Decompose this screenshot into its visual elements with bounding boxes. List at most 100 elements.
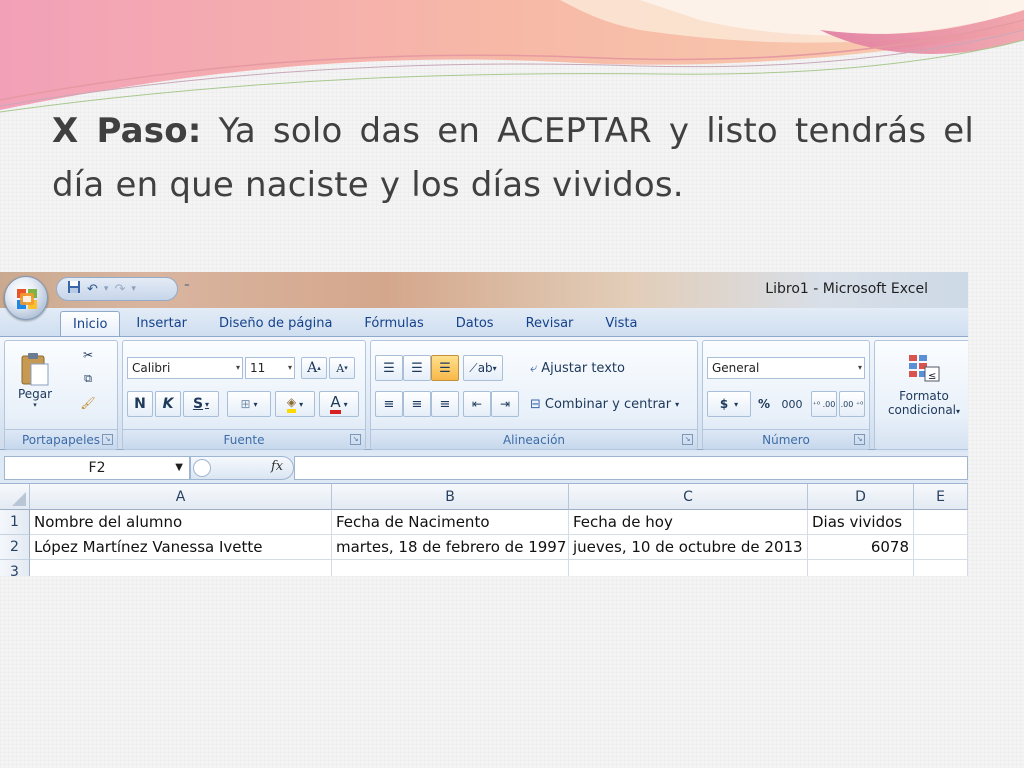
font-launcher-icon[interactable]: ↘ — [350, 434, 361, 445]
bold-label: N — [134, 396, 146, 412]
fill-color-button[interactable]: ◈ ▾ — [275, 391, 315, 417]
undo-dropdown-icon[interactable]: ▾ — [104, 284, 109, 294]
cell-a3[interactable] — [30, 560, 332, 576]
cell-a2[interactable]: López Martínez Vanessa Ivette — [30, 535, 332, 560]
formula-input[interactable] — [294, 456, 968, 480]
tab-inicio[interactable]: Inicio — [60, 311, 121, 336]
group-font: Calibri ▾ 11 ▾ A ▴ A ▾ N K S ▾ ⊞ ▾ ◈ ▾ A ▾ Fue… — [122, 340, 366, 450]
group-styles: ≤ Formato condicional▾ — [874, 340, 968, 450]
align-center-button[interactable]: ≡ — [403, 391, 431, 417]
cell-d1[interactable]: Dias vividos — [808, 510, 914, 535]
cell-b1[interactable]: Fecha de Nacimento — [332, 510, 569, 535]
tab-insertar[interactable]: Insertar — [120, 311, 203, 336]
number-launcher-icon[interactable]: ↘ — [854, 434, 865, 445]
redo-icon[interactable]: ↷ — [114, 282, 125, 297]
svg-text:≤: ≤ — [928, 371, 936, 382]
conditional-format-label-1: Formato — [899, 389, 949, 403]
cell-d3[interactable] — [808, 560, 914, 576]
wrap-text-button[interactable]: ⤶ Ajustar texto — [529, 355, 649, 381]
font-color-button[interactable]: A ▾ — [319, 391, 359, 417]
increase-indent-icon: ⇥ — [499, 397, 511, 411]
conditional-format-button[interactable]: ≤ Formato condicional▾ — [879, 345, 968, 425]
cell-c1[interactable]: Fecha de hoy — [569, 510, 808, 535]
column-header-e[interactable]: E — [914, 484, 968, 510]
column-header-d[interactable]: D — [808, 484, 914, 510]
font-name-combo[interactable]: Calibri ▾ — [127, 357, 243, 379]
cell-b2[interactable]: martes, 18 de febrero de 1997 — [332, 535, 569, 560]
align-center-icon: ≡ — [411, 396, 423, 412]
row-header-3[interactable]: 3 — [0, 560, 30, 576]
fill-bucket-icon: ◈ — [286, 395, 297, 413]
number-format-combo[interactable]: General ▾ — [707, 357, 865, 379]
alignment-launcher-icon[interactable]: ↘ — [682, 434, 693, 445]
bold-button[interactable]: N — [127, 391, 153, 417]
currency-button[interactable]: $ ▾ — [707, 391, 751, 417]
orientation-icon: ⟋ab — [469, 360, 493, 375]
paste-label: Pegar — [17, 387, 53, 401]
italic-button[interactable]: K — [155, 391, 181, 417]
align-top-icon: ☰ — [383, 360, 395, 376]
undo-icon[interactable]: ↶ — [87, 282, 98, 297]
increase-indent-button[interactable]: ⇥ — [491, 391, 519, 417]
grow-font-button[interactable]: A ▴ — [301, 357, 327, 379]
cell-e3[interactable] — [914, 560, 968, 576]
column-header-b[interactable]: B — [332, 484, 569, 510]
decrease-indent-button[interactable]: ⇤ — [463, 391, 491, 417]
cell-c3[interactable] — [569, 560, 808, 576]
align-left-button[interactable]: ≡ — [375, 391, 403, 417]
ribbon-tabs: Inicio Insertar Diseño de página Fórmula… — [0, 308, 968, 336]
grow-font-label: A — [307, 360, 318, 376]
paste-button[interactable]: Pegar ▾ — [13, 345, 57, 415]
align-middle-button[interactable]: ☰ — [403, 355, 431, 381]
align-right-button[interactable]: ≡ — [431, 391, 459, 417]
tab-formulas[interactable]: Fórmulas — [348, 311, 439, 336]
clipboard-launcher-icon[interactable]: ↘ — [102, 434, 113, 445]
cell-c2[interactable]: jueves, 10 de octubre de 2013 — [569, 535, 808, 560]
name-box[interactable]: F2 ▼ — [4, 456, 190, 480]
select-all-corner[interactable] — [0, 484, 30, 510]
row-header-1[interactable]: 1 — [0, 510, 30, 535]
paste-icon — [21, 353, 49, 386]
brush-icon: 🖌 — [80, 396, 96, 410]
orientation-button[interactable]: ⟋ab ▾ — [463, 355, 503, 381]
borders-button[interactable]: ⊞ ▾ — [227, 391, 271, 417]
cell-a1[interactable]: Nombre del alumno — [30, 510, 332, 535]
cut-button[interactable]: ✂ — [77, 345, 99, 365]
font-name-value: Calibri — [132, 361, 171, 375]
increase-decimal-button[interactable]: ⁺⁰ .00 — [811, 391, 837, 417]
underline-label: S — [192, 396, 204, 412]
cell-e2[interactable] — [914, 535, 968, 560]
shrink-font-button[interactable]: A ▾ — [329, 357, 355, 379]
percent-button[interactable]: % — [753, 391, 775, 417]
save-icon[interactable] — [67, 280, 81, 298]
expand-formula-icon[interactable] — [193, 459, 211, 477]
copy-button[interactable]: ⧉ — [77, 369, 99, 389]
number-format-dropdown-icon: ▾ — [857, 363, 862, 372]
borders-icon: ⊞ — [240, 397, 251, 411]
column-header-c[interactable]: C — [569, 484, 808, 510]
tab-datos[interactable]: Datos — [440, 311, 510, 336]
align-left-icon: ≡ — [383, 396, 395, 412]
decrease-decimal-button[interactable]: .00 ⁺⁰ — [839, 391, 865, 417]
underline-button[interactable]: S ▾ — [183, 391, 219, 417]
customize-qat-icon[interactable]: ⁼ — [184, 280, 190, 293]
tab-vista[interactable]: Vista — [589, 311, 653, 336]
thousands-button[interactable]: 000 — [777, 391, 807, 417]
office-button[interactable] — [4, 276, 48, 320]
align-bottom-button[interactable]: ☰ — [431, 355, 459, 381]
office-logo-icon — [17, 289, 37, 309]
font-size-combo[interactable]: 11 ▾ — [245, 357, 295, 379]
align-top-button[interactable]: ☰ — [375, 355, 403, 381]
merge-center-button[interactable]: ⊟ Combinar y centrar ▾ — [529, 391, 695, 417]
cell-b3[interactable] — [332, 560, 569, 576]
format-painter-button[interactable]: 🖌 — [77, 393, 99, 413]
tab-diseno-de-pagina[interactable]: Diseño de página — [203, 311, 348, 336]
insert-function-icon[interactable]: fx — [271, 459, 283, 474]
tab-revisar[interactable]: Revisar — [510, 311, 590, 336]
cell-d2[interactable]: 6078 — [808, 535, 914, 560]
row-header-2[interactable]: 2 — [0, 535, 30, 560]
thousands-label: 000 — [781, 397, 803, 411]
redo-dropdown-icon[interactable]: ▾ — [131, 284, 136, 294]
cell-e1[interactable] — [914, 510, 968, 535]
column-header-a[interactable]: A — [30, 484, 332, 510]
